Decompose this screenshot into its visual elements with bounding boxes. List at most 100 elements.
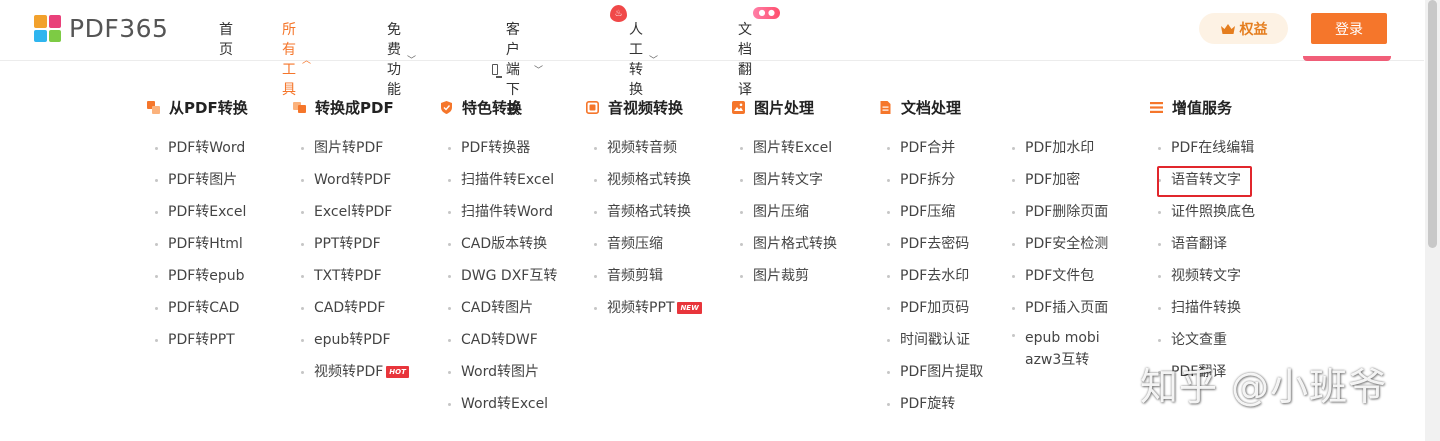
tool-pdf-security-check[interactable]: PDF安全检测	[1004, 236, 1125, 268]
tool-scan-to-word[interactable]: 扫描件转Word	[440, 204, 557, 236]
logo[interactable]: PDF365	[34, 14, 168, 43]
tool-word-to-excel[interactable]: Word转Excel	[440, 396, 557, 428]
column-title-text: 从PDF转换	[169, 98, 248, 117]
column-title-text: 图片处理	[754, 98, 815, 117]
crown-icon	[1220, 23, 1235, 34]
column-title: 转换成PDF	[293, 96, 394, 118]
tool-pdf-to-excel[interactable]: PDF转Excel	[147, 204, 246, 236]
nav-all-tools[interactable]: 所有工具 ︿	[282, 19, 311, 99]
tool-pdf-image-extract[interactable]: PDF图片提取	[879, 364, 983, 396]
tool-pdf-compress[interactable]: PDF压缩	[879, 204, 983, 236]
new-badge: NEW	[677, 302, 702, 314]
column-av-convert: 音视频转换 视频转音频 视频格式转换 音频格式转换 音频压缩 音频剪辑 视频转P…	[586, 96, 702, 316]
chevron-down-icon: ﹀	[534, 65, 544, 76]
tool-epub-mobi-azw3[interactable]: epub mobi azw3互转	[1004, 327, 1125, 368]
column-title: 从PDF转换	[147, 96, 248, 118]
tool-pdf-merge[interactable]: PDF合并	[879, 140, 983, 172]
nav-label: 人工转换	[629, 22, 643, 98]
tool-label: 视频转PDF	[314, 364, 384, 380]
tool-epub-to-pdf[interactable]: epub转PDF	[293, 332, 409, 364]
column-title: 图片处理	[732, 96, 814, 118]
scrollbar-thumb[interactable]	[1428, 0, 1437, 248]
tool-pdf-portfolio[interactable]: PDF文件包	[1004, 268, 1125, 300]
tool-list: 视频转音频 视频格式转换 音频格式转换 音频压缩 音频剪辑 视频转PPT NEW	[586, 140, 702, 332]
tool-list: PDF合并 PDF拆分 PDF压缩 PDF去密码 PDF去水印 PDF加页码 时…	[879, 140, 983, 428]
chevron-down-icon: ﹀	[407, 55, 417, 66]
tool-image-to-pdf[interactable]: 图片转PDF	[293, 140, 409, 172]
tool-pdf-split[interactable]: PDF拆分	[879, 172, 983, 204]
tool-pdf-delete-page[interactable]: PDF删除页面	[1004, 204, 1125, 236]
to-pdf-icon	[293, 101, 306, 113]
tool-pdf-to-ppt[interactable]: PDF转PPT	[147, 332, 246, 364]
nav-home[interactable]: 首页	[219, 19, 233, 59]
tool-pdf-converter[interactable]: PDF转换器	[440, 140, 557, 172]
tool-pdf-to-image[interactable]: PDF转图片	[147, 172, 246, 204]
nav-label: 首页	[219, 22, 233, 58]
nav-manual-convert[interactable]: ♨ 人工转换 ﹀	[610, 5, 659, 99]
tool-pdf-rotate[interactable]: PDF旋转	[879, 396, 983, 428]
tool-cad-to-image[interactable]: CAD转图片	[440, 300, 557, 332]
tool-scan-to-excel[interactable]: 扫描件转Excel	[440, 172, 557, 204]
column-special-convert: 特色转换 PDF转换器 扫描件转Excel 扫描件转Word CAD版本转换 D…	[440, 96, 557, 412]
tool-pdf-to-html[interactable]: PDF转Html	[147, 236, 246, 268]
tool-video-to-ppt[interactable]: 视频转PPT NEW	[586, 300, 702, 332]
column-title: 特色转换	[440, 96, 522, 118]
tool-video-format-convert[interactable]: 视频格式转换	[586, 172, 702, 204]
tool-excel-to-pdf[interactable]: Excel转PDF	[293, 204, 409, 236]
tool-image-format-convert[interactable]: 图片格式转换	[732, 236, 837, 268]
tool-cad-to-pdf[interactable]: CAD转PDF	[293, 300, 409, 332]
rights-button[interactable]: 权益	[1199, 13, 1288, 44]
tool-list: 图片转Excel 图片转文字 图片压缩 图片格式转换 图片裁剪	[732, 140, 837, 300]
column-title-text: 特色转换	[462, 98, 523, 117]
tool-pdf-add-page-number[interactable]: PDF加页码	[879, 300, 983, 332]
tool-dwg-dxf-convert[interactable]: DWG DXF互转	[440, 268, 557, 300]
tool-speech-translate[interactable]: 语音翻译	[1150, 236, 1255, 268]
column-title: 增值服务	[1150, 96, 1232, 118]
logo-text: PDF365	[69, 14, 169, 43]
image-icon	[732, 100, 745, 114]
tool-pdf-to-epub[interactable]: PDF转epub	[147, 268, 246, 300]
chevron-up-icon: ︿	[302, 55, 312, 66]
tool-video-to-pdf[interactable]: 视频转PDF HOT	[293, 364, 409, 396]
tool-image-to-excel[interactable]: 图片转Excel	[732, 140, 837, 172]
shield-icon	[441, 100, 452, 114]
tool-pdf-to-cad[interactable]: PDF转CAD	[147, 300, 246, 332]
tool-id-photo-bg[interactable]: 证件照换底色	[1150, 204, 1255, 236]
column-title-text: 转换成PDF	[315, 98, 394, 117]
column-title-text: 音视频转换	[608, 98, 684, 117]
monitor-icon	[492, 63, 502, 78]
tool-audio-format-convert[interactable]: 音频格式转换	[586, 204, 702, 236]
nav-free-features[interactable]: 免费功能 ﹀	[387, 19, 416, 99]
tool-video-to-audio[interactable]: 视频转音频	[586, 140, 702, 172]
tool-word-to-image[interactable]: Word转图片	[440, 364, 557, 396]
tool-timestamp-auth[interactable]: 时间戳认证	[879, 332, 983, 364]
nav-label: 所有工具	[282, 22, 296, 98]
tool-ppt-to-pdf[interactable]: PPT转PDF	[293, 236, 409, 268]
column-title: 文档处理	[879, 96, 961, 118]
tool-audio-cut[interactable]: 音频剪辑	[586, 268, 702, 300]
tool-pdf-to-word[interactable]: PDF转Word	[147, 140, 246, 172]
nav-label: 免费功能	[387, 22, 401, 98]
tool-cad-to-dwf[interactable]: CAD转DWF	[440, 332, 557, 364]
nav-doc-translate[interactable]: 文档翻译 ● ●	[738, 7, 780, 99]
tool-pdf-encrypt[interactable]: PDF加密	[1004, 172, 1125, 204]
video-icon	[586, 100, 599, 114]
tool-cad-version-convert[interactable]: CAD版本转换	[440, 236, 557, 268]
top-header: PDF365 首页 所有工具 ︿ 免费功能 ﹀ 客户端下载 ﹀ ♨ 人工转换 ﹀ 文档翻译…	[0, 0, 1424, 118]
tool-word-to-pdf[interactable]: Word转PDF	[293, 172, 409, 204]
chevron-down-icon: ﹀	[649, 55, 659, 66]
tool-scan-convert[interactable]: 扫描件转换	[1150, 300, 1255, 332]
tool-txt-to-pdf[interactable]: TXT转PDF	[293, 268, 409, 300]
column-to-pdf: 转换成PDF 图片转PDF Word转PDF Excel转PDF PPT转PDF…	[293, 96, 409, 380]
tool-pdf-add-watermark[interactable]: PDF加水印	[1004, 140, 1125, 172]
tool-image-crop[interactable]: 图片裁剪	[732, 268, 837, 300]
tool-pdf-remove-password[interactable]: PDF去密码	[879, 236, 983, 268]
tool-pdf-remove-watermark[interactable]: PDF去水印	[879, 268, 983, 300]
login-button[interactable]: 登录	[1311, 13, 1387, 44]
tool-audio-compress[interactable]: 音频压缩	[586, 236, 702, 268]
tool-image-to-text[interactable]: 图片转文字	[732, 172, 837, 204]
document-icon	[880, 100, 891, 114]
tool-image-compress[interactable]: 图片压缩	[732, 204, 837, 236]
tool-video-to-text[interactable]: 视频转文字	[1150, 268, 1255, 300]
column-from-pdf: 从PDF转换 PDF转Word PDF转图片 PDF转Excel PDF转Htm…	[147, 96, 248, 348]
